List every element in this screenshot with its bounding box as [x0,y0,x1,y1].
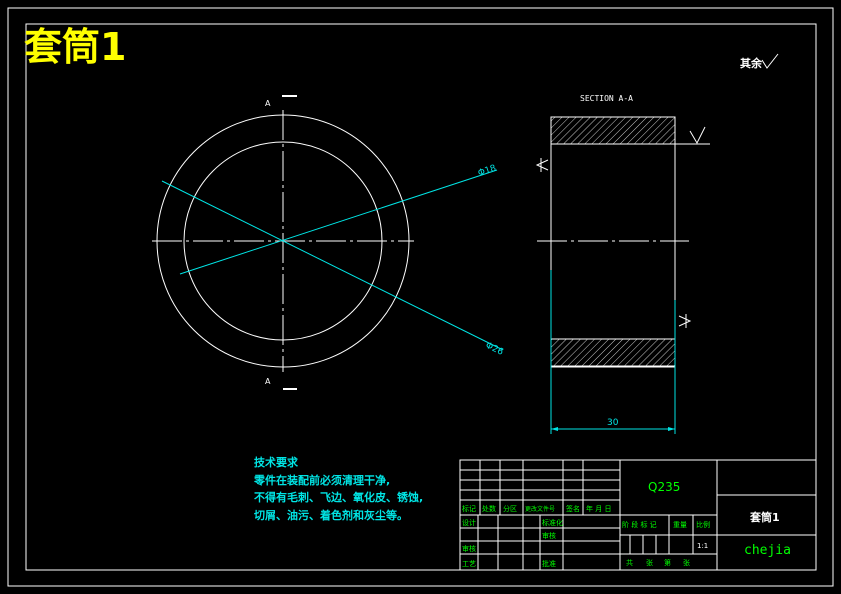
dim-inner-diameter: Φ18 [477,164,498,179]
tech-line-2: 不得有毛刺、飞边、氧化皮、锈蚀, [254,490,423,504]
dim-length: 30 [607,418,619,428]
roughness-top-icon [689,126,706,145]
hatch-bottom [550,338,676,367]
inner-frame [25,23,817,571]
hdr-sign: 签名 [566,504,580,513]
hatch-top [550,116,676,145]
material: Q235 [648,480,680,494]
dia18-leader [179,169,498,275]
roughness-left-icon [535,158,549,172]
hdr-count: 处数 [482,504,496,513]
part-name: 套筒1 [750,510,780,524]
lbl-approve: 批准 [542,559,556,568]
title-block-text: Q235 套筒1 chejia 1:1 标记 处数 分区 更改文件号 签名 年 … [462,480,791,568]
hdr-zone: 分区 [503,504,517,513]
dia26-leader [161,180,504,351]
lbl-process: 工艺 [462,560,476,568]
footer-sheets-2: 张 [683,558,690,567]
footer-no: 第 [664,558,671,567]
lbl-review-2: 审核 [542,531,556,540]
drawing-title: 套筒1 [24,25,126,69]
footer-sheets-1: 张 [646,558,653,567]
section-cut-top [282,95,297,97]
roughness-right-icon [678,314,692,328]
designer: chejia [744,543,791,558]
hdr-date: 年 月 日 [586,504,611,513]
hdr-mark: 标记 [462,504,476,513]
lbl-stage: 阶 段 标 记 [622,520,657,529]
lbl-design: 设计 [462,518,476,527]
lbl-scale: 比例 [696,520,710,529]
tech-line-1: 零件在装配前必须清理干净, [253,473,390,487]
roughness-symbol-icon [761,53,779,69]
scale: 1:1 [697,542,708,550]
tech-line-3: 切屑、油污、着色剂和灰尘等。 [254,508,408,522]
hdr-change-doc: 更改文件号 [525,505,555,513]
cad-drawing: 套筒1 其余 A A Φ18 Φ26 SECTION A-A 30 技术要求 零… [7,7,834,587]
tech-heading: 技术要求 [254,455,299,469]
section-view: SECTION A-A 30 [535,94,710,434]
footer-total: 共 [626,558,633,567]
front-view: A A Φ18 Φ26 [152,95,505,390]
tech-requirements: 技术要求 零件在装配前必须清理干净, 不得有毛刺、飞边、氧化皮、锈蚀, 切屑、油… [253,455,423,522]
section-mark-top: A [265,99,271,108]
lbl-review: 审核 [462,544,476,553]
lbl-weight: 重量 [673,521,687,529]
dim-outer-diameter: Φ26 [484,341,505,358]
lbl-standard: 标准化 [542,518,563,527]
section-outline [550,116,676,368]
section-mark-bottom: A [265,377,271,386]
roughness-note: 其余 [740,56,763,70]
section-label: SECTION A-A [580,94,633,103]
